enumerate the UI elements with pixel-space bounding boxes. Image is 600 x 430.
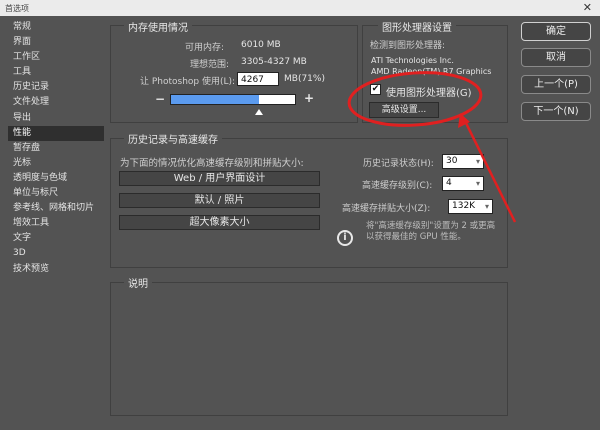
annotation-overlay [347,71,517,223]
annotation-arrow-line [462,118,517,223]
